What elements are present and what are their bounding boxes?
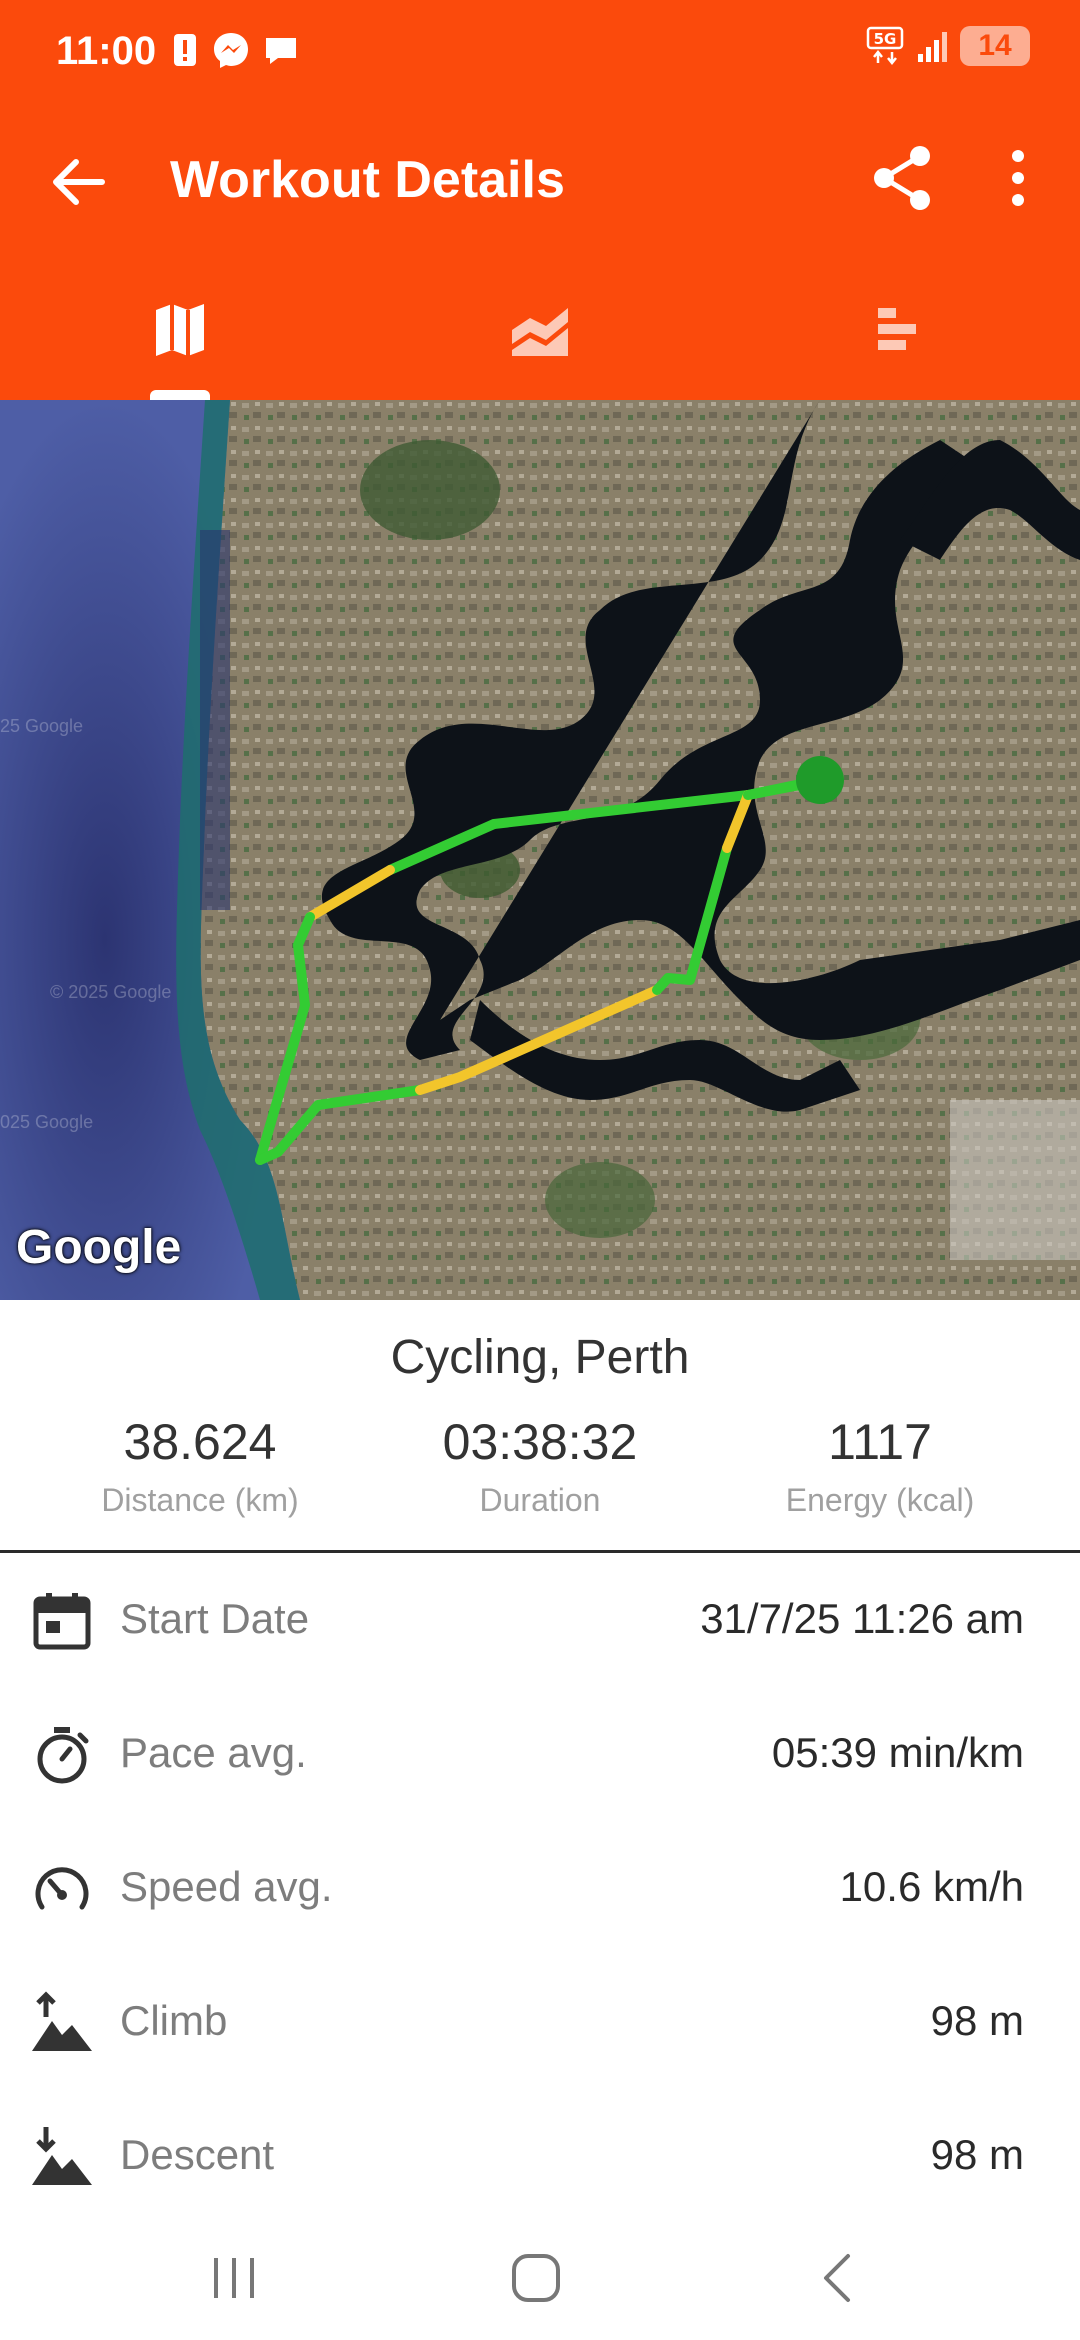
- status-bar: 11:00 5G 14: [0, 0, 1080, 100]
- share-button[interactable]: [864, 140, 940, 216]
- speedometer-icon: [35, 1867, 89, 1910]
- detail-row-climb: Climb 98 m: [0, 1955, 1080, 2089]
- stat-value: 1117: [828, 1414, 932, 1470]
- tab-charts[interactable]: [360, 270, 720, 400]
- map-watermark: 25 Google: [0, 716, 83, 736]
- stat-label: Distance (km): [101, 1482, 299, 1518]
- recents-button[interactable]: [204, 2250, 264, 2306]
- climb-icon: [32, 1991, 92, 2051]
- bar-list-icon: [878, 308, 916, 350]
- tab-stats[interactable]: [720, 270, 1080, 400]
- back-button[interactable]: [40, 144, 116, 220]
- detail-row-speed: Speed avg. 10.6 km/h: [0, 1821, 1080, 1955]
- more-options-button[interactable]: [990, 140, 1046, 216]
- signal-icon: [918, 32, 947, 62]
- page-title: Workout Details: [170, 151, 565, 209]
- network-label: 5G: [874, 30, 897, 48]
- notification-icons: [170, 30, 300, 70]
- map-icon: [156, 304, 204, 356]
- tab-indicator: [150, 390, 210, 400]
- google-logo: Google: [16, 1221, 182, 1274]
- stat-value: 38.624: [123, 1414, 277, 1470]
- workout-title: Cycling, Perth: [390, 1331, 690, 1384]
- detail-value: 10.6 km/h: [839, 1863, 1024, 1910]
- calendar-icon: [33, 1593, 91, 1650]
- map-watermark: © 2025 Google: [50, 982, 171, 1002]
- stat-label: Energy (kcal): [785, 1482, 975, 1518]
- workout-summary: Cycling, Perth 38.624 Distance (km) 03:3…: [0, 1300, 1080, 1553]
- app-header: 11:00 5G 14 Workout Details: [0, 0, 1080, 400]
- detail-label: Descent: [120, 2131, 275, 2178]
- detail-label: Speed avg.: [120, 1863, 333, 1910]
- stat-label: Duration: [479, 1482, 601, 1518]
- chat-icon: [266, 38, 296, 64]
- detail-label: Pace avg.: [120, 1729, 307, 1776]
- home-button[interactable]: [506, 2250, 566, 2306]
- stat-duration: 03:38:32 Duration: [360, 1412, 720, 1519]
- area-chart-icon: [512, 308, 568, 356]
- route-map[interactable]: 25 Google © 2025 Google 025 Google Googl…: [0, 400, 1080, 1300]
- detail-label: Start Date: [120, 1595, 310, 1642]
- detail-row-pace: Pace avg. 05:39 min/km: [0, 1687, 1080, 1821]
- stat-distance: 38.624 Distance (km): [20, 1412, 380, 1519]
- stat-energy: 1117 Energy (kcal): [700, 1412, 1060, 1519]
- stat-value: 03:38:32: [442, 1414, 638, 1470]
- map-canvas[interactable]: 25 Google © 2025 Google 025 Google: [0, 400, 1080, 1300]
- status-time: 11:00: [56, 29, 157, 73]
- battery-level: 14: [978, 29, 1012, 62]
- detail-row-descent: Descent 98 m: [0, 2089, 1080, 2223]
- 5g-icon: 5G: [866, 26, 904, 66]
- start-marker[interactable]: [796, 756, 844, 804]
- alert-icon: [174, 34, 196, 66]
- back-nav-button[interactable]: [810, 2250, 870, 2306]
- system-navigation-bar: [0, 2210, 1080, 2340]
- battery-indicator: 14: [960, 26, 1030, 66]
- stopwatch-icon: [37, 1727, 89, 1784]
- detail-value: 31/7/25 11:26 am: [700, 1595, 1024, 1642]
- tab-bar: [0, 270, 1080, 400]
- detail-label: Climb: [120, 1997, 228, 2044]
- detail-row-start-date: Start Date 31/7/25 11:26 am: [0, 1553, 1080, 1687]
- descent-icon: [32, 2127, 92, 2185]
- messenger-icon: [214, 33, 248, 68]
- detail-value: 05:39 min/km: [771, 1729, 1024, 1776]
- map-watermark: 025 Google: [0, 1112, 93, 1132]
- detail-value: 98 m: [930, 2131, 1024, 2178]
- tab-map[interactable]: [0, 270, 360, 400]
- detail-value: 98 m: [930, 1997, 1024, 2044]
- system-icons: 5G 14: [866, 26, 1030, 66]
- toolbar: Workout Details: [0, 120, 1080, 240]
